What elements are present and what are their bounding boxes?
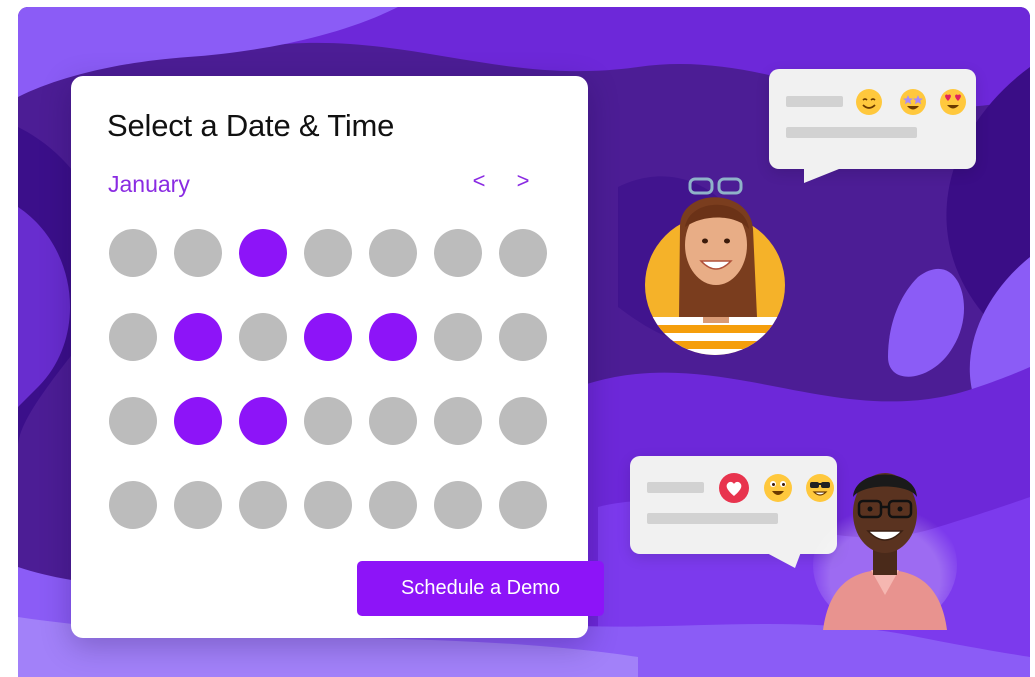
unavailable-date-circle[interactable] bbox=[109, 397, 157, 445]
chat-bubble-bottom bbox=[630, 456, 837, 568]
unavailable-date-circle[interactable] bbox=[109, 229, 157, 277]
chat-bubble-top bbox=[769, 69, 976, 183]
heart-reaction-icon bbox=[719, 473, 749, 503]
next-month-button[interactable]: > bbox=[511, 168, 535, 194]
unavailable-date-circle[interactable] bbox=[499, 397, 547, 445]
placeholder-text-bar bbox=[786, 127, 917, 138]
man-avatar bbox=[813, 473, 957, 630]
bubble-tail bbox=[804, 167, 844, 183]
date-time-picker-card: Select a Date & Time January < > Schedul… bbox=[71, 76, 604, 638]
available-date-circle[interactable] bbox=[239, 229, 287, 277]
unavailable-date-circle[interactable] bbox=[369, 481, 417, 529]
unavailable-date-circle[interactable] bbox=[174, 481, 222, 529]
bubble-tail bbox=[765, 552, 801, 568]
star-struck-emoji-icon bbox=[900, 89, 926, 115]
unavailable-date-circle[interactable] bbox=[304, 229, 352, 277]
unavailable-date-circle[interactable] bbox=[434, 481, 482, 529]
available-date-circle[interactable] bbox=[239, 397, 287, 445]
month-label: January bbox=[108, 171, 190, 197]
placeholder-text-bar bbox=[647, 482, 704, 493]
unavailable-date-circle[interactable] bbox=[109, 313, 157, 361]
unavailable-date-circle[interactable] bbox=[304, 397, 352, 445]
hero-illustration: Select a Date & Time January < > Schedul… bbox=[18, 7, 1030, 677]
previous-month-button[interactable]: < bbox=[467, 168, 491, 194]
unavailable-date-circle[interactable] bbox=[109, 481, 157, 529]
available-date-circle[interactable] bbox=[304, 313, 352, 361]
unavailable-date-circle[interactable] bbox=[369, 397, 417, 445]
unavailable-date-circle[interactable] bbox=[499, 313, 547, 361]
unavailable-date-circle[interactable] bbox=[239, 481, 287, 529]
available-date-circle[interactable] bbox=[174, 397, 222, 445]
picker-title: Select a Date & Time bbox=[107, 108, 395, 143]
unavailable-date-circle[interactable] bbox=[499, 481, 547, 529]
unavailable-date-circle[interactable] bbox=[499, 229, 547, 277]
available-date-circle[interactable] bbox=[369, 313, 417, 361]
unavailable-date-circle[interactable] bbox=[434, 313, 482, 361]
unavailable-date-circle[interactable] bbox=[239, 313, 287, 361]
placeholder-text-bar bbox=[786, 96, 843, 107]
unavailable-date-circle[interactable] bbox=[304, 481, 352, 529]
available-date-circle[interactable] bbox=[174, 313, 222, 361]
heart-eyes-emoji-icon bbox=[940, 89, 966, 115]
day-grid bbox=[109, 229, 553, 529]
unavailable-date-circle[interactable] bbox=[434, 397, 482, 445]
smiling-face-emoji-icon bbox=[856, 89, 882, 115]
unavailable-date-circle[interactable] bbox=[434, 229, 482, 277]
schedule-demo-button[interactable]: Schedule a Demo bbox=[357, 561, 604, 616]
grinning-face-emoji-icon bbox=[764, 474, 792, 502]
unavailable-date-circle[interactable] bbox=[174, 229, 222, 277]
woman-avatar bbox=[645, 177, 785, 355]
unavailable-date-circle[interactable] bbox=[369, 229, 417, 277]
placeholder-text-bar bbox=[647, 513, 778, 524]
